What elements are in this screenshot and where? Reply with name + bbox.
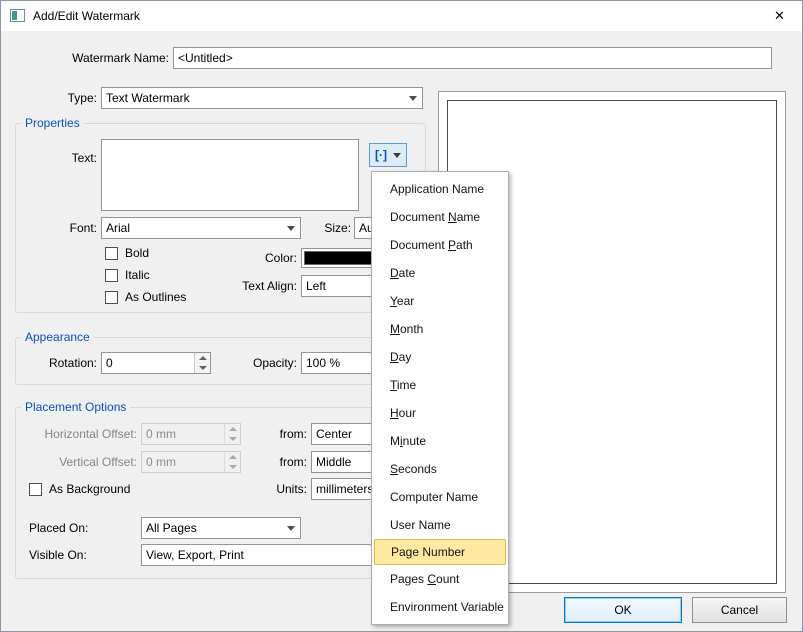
rotation-stepper[interactable]: 0 [101, 352, 211, 374]
opacity-label: Opacity: [221, 352, 297, 374]
close-icon[interactable]: ✕ [757, 1, 802, 31]
opacity-value: 100 % [306, 356, 340, 370]
vertical-from-value: Middle [316, 455, 351, 469]
menu-item-year[interactable]: Year [372, 287, 508, 315]
macro-menu-items: Application NameDocument NameDocument Pa… [372, 175, 508, 621]
horizontal-offset-value: 0 mm [146, 427, 176, 441]
ok-button[interactable]: OK [564, 597, 682, 623]
italic-checkbox[interactable]: Italic [105, 268, 150, 282]
spin-down-icon[interactable] [195, 363, 210, 373]
chevron-down-icon [283, 218, 300, 238]
units-select-value: millimeters [316, 482, 373, 496]
spinner-buttons[interactable] [194, 353, 210, 373]
chevron-down-icon [405, 88, 422, 108]
chevron-down-icon [283, 518, 300, 538]
menu-item-date[interactable]: Date [372, 259, 508, 287]
color-label: Color: [241, 247, 297, 269]
horizontal-from-value: Center [316, 427, 352, 441]
watermark-text-input[interactable] [101, 139, 359, 211]
menu-item-document-path[interactable]: Document Path [372, 231, 508, 259]
checkbox-box [105, 247, 118, 260]
macro-menu: Application NameDocument NameDocument Pa… [371, 171, 509, 625]
add-edit-watermark-dialog: Add/Edit Watermark ✕ Watermark Name: <Un… [0, 0, 803, 632]
text-align-select-value: Left [306, 279, 326, 293]
spin-up-icon[interactable] [195, 353, 210, 363]
horizontal-offset-stepper: 0 mm [141, 423, 241, 445]
horizontal-offset-label: Horizontal Offset: [21, 423, 137, 445]
menu-item-seconds[interactable]: Seconds [372, 455, 508, 483]
checkbox-box [29, 483, 42, 496]
checkbox-box [105, 291, 118, 304]
vertical-offset-label: Vertical Offset: [21, 451, 137, 473]
font-label: Font: [41, 217, 97, 239]
italic-checkbox-label: Italic [125, 268, 150, 282]
menu-item-hour[interactable]: Hour [372, 399, 508, 427]
bold-checkbox-label: Bold [125, 246, 149, 260]
title-bar: Add/Edit Watermark ✕ [1, 1, 802, 31]
checkbox-box [105, 269, 118, 282]
font-select-value: Arial [106, 221, 130, 235]
dialog-title: Add/Edit Watermark [33, 1, 140, 31]
properties-group-label: Properties [21, 116, 84, 130]
text-align-label: Text Align: [221, 275, 297, 297]
cancel-button[interactable]: Cancel [692, 597, 787, 623]
placed-on-value: All Pages [146, 521, 197, 535]
rotation-label: Rotation: [41, 352, 97, 374]
menu-item-user-name[interactable]: User Name [372, 511, 508, 539]
vertical-from-label: from: [271, 451, 307, 473]
text-label: Text: [41, 147, 97, 169]
spinner-buttons [224, 452, 240, 472]
type-select-value: Text Watermark [106, 91, 190, 105]
placed-on-label: Placed On: [29, 517, 129, 539]
as-background-checkbox[interactable]: As Background [29, 482, 130, 496]
menu-item-environment-variable[interactable]: Environment Variable [372, 593, 508, 621]
as-outlines-checkbox-label: As Outlines [125, 290, 186, 304]
as-outlines-checkbox[interactable]: As Outlines [105, 290, 186, 304]
menu-item-document-name[interactable]: Document Name [372, 203, 508, 231]
macro-icon: [·] [375, 148, 387, 162]
size-label: Size: [309, 217, 351, 239]
as-background-checkbox-label: As Background [49, 482, 130, 496]
type-select[interactable]: Text Watermark [101, 87, 423, 109]
visible-on-label: Visible On: [29, 544, 129, 566]
menu-item-minute[interactable]: Minute [372, 427, 508, 455]
menu-item-application-name[interactable]: Application Name [372, 175, 508, 203]
vertical-offset-value: 0 mm [146, 455, 176, 469]
vertical-offset-stepper: 0 mm [141, 451, 241, 473]
spin-down-icon [225, 434, 240, 444]
menu-item-day[interactable]: Day [372, 343, 508, 371]
macro-dropdown-button[interactable]: [·] [369, 143, 407, 167]
spin-down-icon [225, 462, 240, 472]
bold-checkbox[interactable]: Bold [105, 246, 149, 260]
units-label: Units: [267, 478, 307, 500]
chevron-down-icon [393, 153, 401, 158]
watermark-name-label: Watermark Name: [56, 47, 169, 69]
placed-on-select[interactable]: All Pages [141, 517, 301, 539]
menu-item-month[interactable]: Month [372, 315, 508, 343]
spinner-buttons [224, 424, 240, 444]
placement-options-group-label: Placement Options [21, 400, 130, 414]
type-label: Type: [41, 87, 97, 109]
menu-item-page-number[interactable]: Page Number [374, 539, 506, 565]
menu-item-time[interactable]: Time [372, 371, 508, 399]
menu-item-computer-name[interactable]: Computer Name [372, 483, 508, 511]
watermark-name-input[interactable]: <Untitled> [173, 47, 772, 69]
rotation-value: 0 [106, 356, 113, 370]
appearance-group-label: Appearance [21, 330, 94, 344]
menu-item-pages-count[interactable]: Pages Count [372, 565, 508, 593]
font-select[interactable]: Arial [101, 217, 301, 239]
dialog-icon [10, 9, 25, 22]
spin-up-icon [225, 452, 240, 462]
spin-up-icon [225, 424, 240, 434]
horizontal-from-label: from: [271, 423, 307, 445]
